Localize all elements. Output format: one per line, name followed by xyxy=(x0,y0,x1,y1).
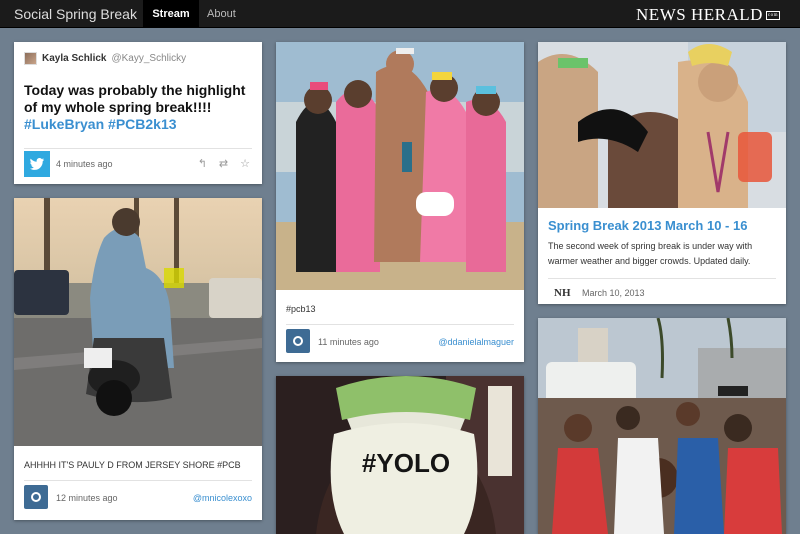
instagram-icon[interactable] xyxy=(24,485,48,509)
tweet-text-plain: Today was probably the highlight of my w… xyxy=(24,82,246,115)
article-summary: The second week of spring break is under… xyxy=(548,241,753,266)
hashtag-link[interactable]: #PCB2k13 xyxy=(108,116,177,132)
yolo-hat-text: #YOLO xyxy=(361,448,451,478)
masthead-suffix: com xyxy=(765,10,780,20)
article-date[interactable]: March 10, 2013 xyxy=(582,288,645,298)
tweet-actions: ↰ ⇄ ☆ xyxy=(198,157,250,170)
reply-icon[interactable]: ↰ xyxy=(198,157,207,170)
article-title-link[interactable]: Spring Break 2013 March 10 - 16 xyxy=(548,218,747,233)
instagram-icon[interactable] xyxy=(286,329,310,353)
tweet-text: Today was probably the highlight of my w… xyxy=(24,82,252,133)
avatar[interactable] xyxy=(24,52,37,65)
tweet-author-handle[interactable]: @Kayy_Schlicky xyxy=(111,53,186,64)
tweet-header: Kayla Schlick @Kayy_Schlicky xyxy=(24,52,186,65)
post-caption: #pcb13 xyxy=(286,304,316,314)
tweet-footer: 4 minutes ago ↰ ⇄ ☆ xyxy=(24,148,252,180)
hashtag-link[interactable]: #LukeBryan xyxy=(24,116,104,132)
tab-stream[interactable]: Stream xyxy=(143,0,199,28)
instagram-post-card: #pcb13 11 minutes ago @ddanielalmaguer xyxy=(276,42,524,362)
tweet-card: Kayla Schlick @Kayy_Schlicky Today was p… xyxy=(14,42,262,184)
news-herald-icon[interactable]: NH xyxy=(554,287,571,299)
instagram-post-card: #YOLO xyxy=(276,376,524,534)
article-footer: NH March 10, 2013 xyxy=(548,278,776,304)
tab-about[interactable]: About xyxy=(207,0,236,28)
post-timestamp[interactable]: 12 minutes ago xyxy=(56,493,118,503)
post-footer: 12 minutes ago @mnicolexoxo xyxy=(24,480,252,514)
post-footer: 11 minutes ago @ddanielalmaguer xyxy=(286,324,514,358)
article-photo[interactable] xyxy=(538,42,786,208)
tweet-author-name[interactable]: Kayla Schlick xyxy=(42,53,106,64)
tweet-timestamp[interactable]: 4 minutes ago xyxy=(56,159,113,169)
retweet-icon[interactable]: ⇄ xyxy=(219,157,228,170)
post-photo[interactable] xyxy=(14,198,262,446)
instagram-post-card: AHHHH IT'S PAULY D FROM JERSEY SHORE #PC… xyxy=(14,198,262,520)
favorite-icon[interactable]: ☆ xyxy=(240,157,250,170)
post-username[interactable]: @ddanielalmaguer xyxy=(438,337,514,347)
top-nav-bar: Social Spring Break Stream About NEWS HE… xyxy=(0,0,800,28)
post-photo[interactable] xyxy=(276,42,524,290)
masthead-text: NEWS HERALD xyxy=(636,5,763,24)
article-card: Spring Break 2013 March 10 - 16 The seco… xyxy=(538,42,786,304)
site-brand[interactable]: Social Spring Break xyxy=(14,6,137,22)
post-timestamp[interactable]: 11 minutes ago xyxy=(318,337,379,347)
post-username[interactable]: @mnicolexoxo xyxy=(193,493,252,503)
twitter-bird-icon[interactable] xyxy=(24,151,50,177)
instagram-post-card xyxy=(538,318,786,534)
post-photo[interactable] xyxy=(538,318,786,534)
news-herald-logo[interactable]: NEWS HERALD com xyxy=(636,5,780,25)
post-caption: AHHHH IT'S PAULY D FROM JERSEY SHORE #PC… xyxy=(24,460,241,470)
